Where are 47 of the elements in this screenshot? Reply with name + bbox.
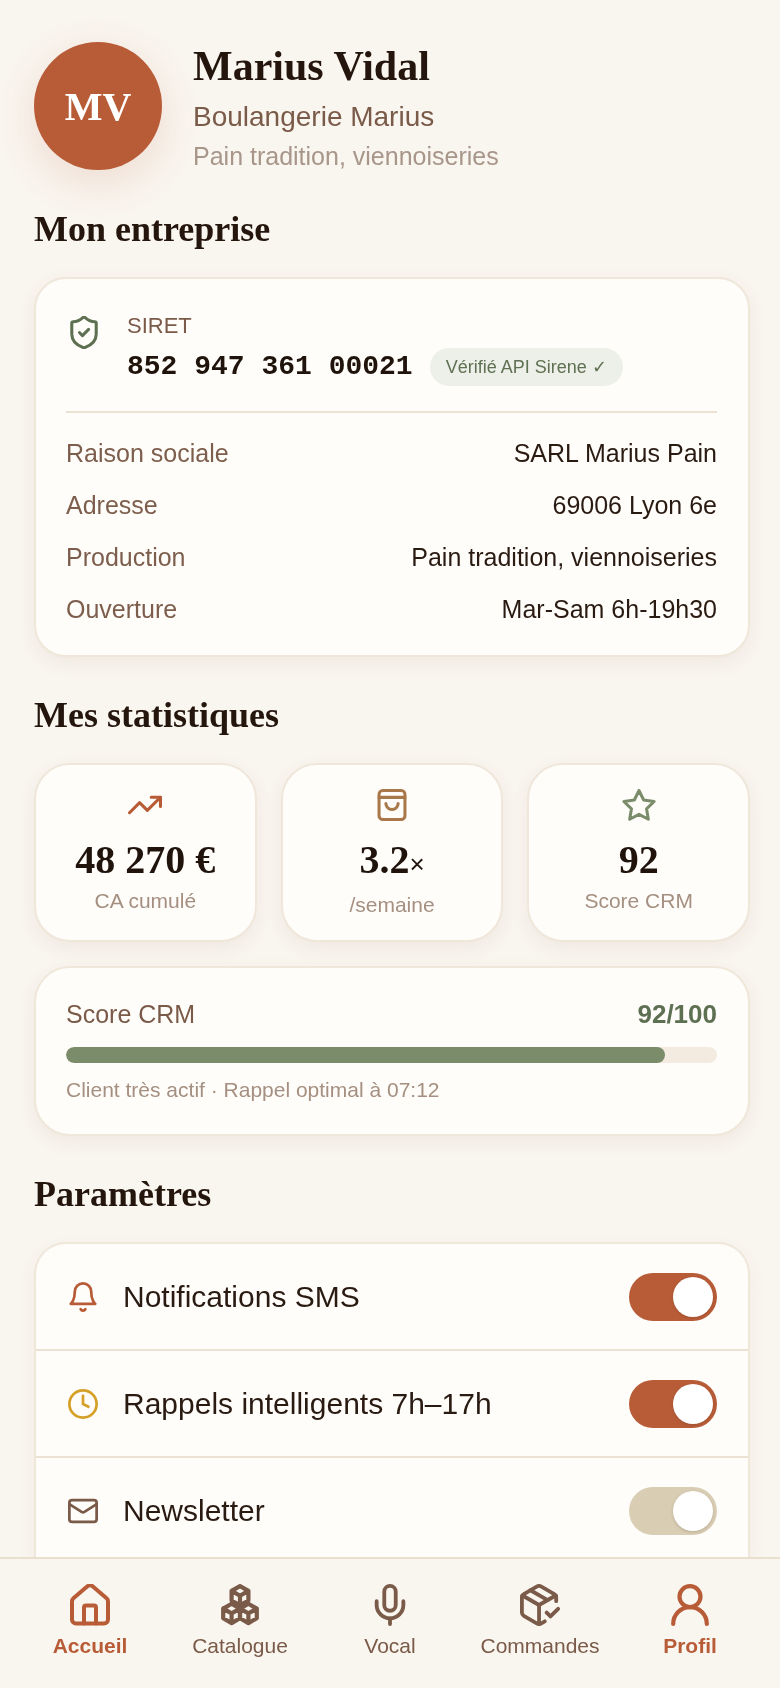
shopping-bag-icon [375, 789, 409, 821]
section-title: Mon entreprise [34, 208, 271, 251]
detail-label: Adresse [66, 490, 158, 520]
star-icon [621, 789, 656, 821]
detail-value: 69006 Lyon 6e [552, 490, 717, 520]
setting-label: Newsletter [123, 1493, 266, 1528]
nav-tab[interactable]: Commandes [465, 1559, 615, 1688]
setting-label: Notifications SMS [123, 1279, 361, 1314]
verified-badge: Vérifié API Sirene ✓ [429, 348, 623, 386]
cubes-icon [220, 1584, 260, 1626]
detail-label: Raison sociale [66, 438, 229, 468]
toggle-switch[interactable] [629, 1379, 717, 1428]
nav-tab[interactable]: Profil [615, 1559, 765, 1688]
stat-value: 92 [618, 838, 659, 882]
toggle-switch[interactable] [629, 1486, 717, 1535]
stat-label: CA cumulé [94, 888, 197, 914]
score-label: Score CRM [66, 999, 196, 1029]
nav-tab[interactable]: Catalogue [165, 1559, 315, 1688]
setting-label: Rappels intelligents 7h–17h [123, 1386, 493, 1421]
stat-value: 3.2× [359, 838, 425, 884]
detail-value: Pain tradition, viennoiseries [411, 542, 717, 572]
shield-check-icon [70, 316, 98, 349]
house-icon [70, 1584, 110, 1626]
detail-label: Production [66, 542, 186, 572]
bell-icon [68, 1281, 98, 1312]
detail-value: Mar-Sam 6h-19h30 [501, 594, 717, 624]
stat-value: 48 270 € [75, 838, 216, 882]
business-name: Boulangerie Marius [193, 100, 435, 134]
user-icon [670, 1584, 710, 1626]
business-specialty: Pain tradition, viennoiseries [193, 141, 499, 171]
detail-label: Ouverture [66, 594, 178, 624]
section-title: Mes statistiques [34, 694, 279, 737]
toggle-switch[interactable] [629, 1272, 717, 1321]
score-reading: 92/100 [637, 998, 717, 1030]
nav-tab[interactable]: Accueil [15, 1559, 165, 1688]
stat-label: Score CRM [584, 888, 693, 914]
detail-value: SARL Marius Pain [513, 438, 717, 468]
profile-name: Marius Vidal [193, 42, 430, 90]
nav-tab[interactable]: Vocal [315, 1559, 465, 1688]
package-check-icon [520, 1584, 560, 1626]
stat-label: /semaine [349, 892, 435, 918]
avatar: MV [34, 42, 162, 170]
siret-number: 852 947 361 00021 [127, 351, 413, 383]
siret-label: SIRET [127, 313, 192, 339]
section-title: Paramètres [34, 1173, 212, 1216]
clock-icon [68, 1388, 98, 1419]
score-note: Client très actif · Rappel optimal à 07:12 [66, 1077, 441, 1103]
